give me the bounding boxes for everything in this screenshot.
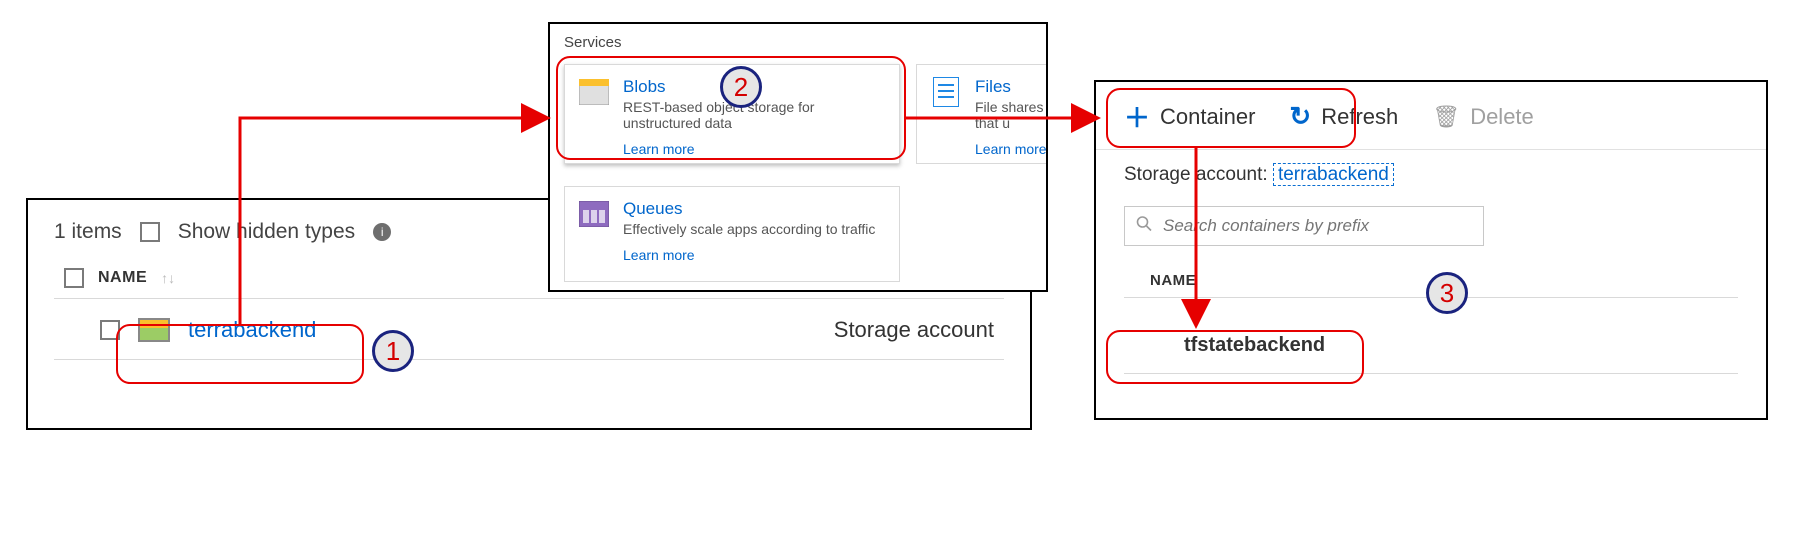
items-count: 1 items bbox=[54, 220, 122, 244]
blobs-icon bbox=[579, 77, 609, 107]
service-card-blobs[interactable]: Blobs REST-based object storage for unst… bbox=[564, 64, 900, 164]
blobs-learn-more-link[interactable]: Learn more bbox=[623, 141, 885, 157]
files-title: Files bbox=[975, 77, 1048, 97]
refresh-icon: ↻ bbox=[1289, 101, 1311, 132]
blobs-desc: REST-based object storage for unstructur… bbox=[623, 99, 885, 131]
search-input[interactable] bbox=[1124, 206, 1484, 246]
show-hidden-checkbox[interactable] bbox=[140, 222, 160, 242]
search-icon bbox=[1136, 216, 1152, 237]
files-icon bbox=[931, 77, 961, 107]
services-panel: Services Blobs REST-based object storage… bbox=[548, 22, 1048, 292]
add-container-button[interactable]: ＋ Container bbox=[1124, 98, 1255, 135]
info-icon[interactable]: i bbox=[373, 223, 391, 241]
containers-panel: ＋ Container ↻ Refresh 🗑 Delete Storage a… bbox=[1094, 80, 1768, 420]
service-card-files[interactable]: Files File shares that u Learn more bbox=[916, 64, 1048, 164]
storage-account-line: Storage account: terrabackend bbox=[1124, 164, 1738, 186]
services-panel-header: Services bbox=[550, 30, 1046, 59]
service-card-queues[interactable]: Queues Effectively scale apps according … bbox=[564, 186, 900, 282]
storage-account-name-link[interactable]: terrabackend bbox=[188, 317, 316, 343]
sort-icon[interactable]: ↑↓ bbox=[161, 270, 175, 286]
blobs-title: Blobs bbox=[623, 77, 885, 97]
row-type-label: Storage account bbox=[834, 317, 994, 343]
refresh-button[interactable]: ↻ Refresh bbox=[1289, 101, 1398, 132]
trash-icon: 🗑 bbox=[1432, 104, 1460, 130]
containers-toolbar: ＋ Container ↻ Refresh 🗑 Delete bbox=[1096, 82, 1766, 150]
files-desc: File shares that u bbox=[975, 99, 1048, 131]
queues-desc: Effectively scale apps according to traf… bbox=[623, 221, 875, 237]
show-hidden-label: Show hidden types bbox=[178, 220, 355, 244]
files-learn-more-link[interactable]: Learn more bbox=[975, 141, 1048, 157]
container-name: tfstatebackend bbox=[1184, 334, 1325, 356]
queues-icon bbox=[579, 199, 609, 229]
queues-learn-more-link[interactable]: Learn more bbox=[623, 247, 875, 263]
delete-label: Delete bbox=[1470, 104, 1534, 130]
delete-button[interactable]: 🗑 Delete bbox=[1432, 104, 1534, 130]
column-header-name[interactable]: NAME bbox=[98, 269, 147, 287]
select-all-checkbox[interactable] bbox=[64, 268, 84, 288]
storage-account-label: Storage account: bbox=[1124, 164, 1268, 185]
container-search-wrapper bbox=[1124, 206, 1738, 246]
storage-account-link[interactable]: terrabackend bbox=[1273, 163, 1394, 186]
queues-title: Queues bbox=[623, 199, 875, 219]
plus-icon: ＋ bbox=[1124, 98, 1150, 135]
refresh-label: Refresh bbox=[1321, 104, 1398, 130]
container-row[interactable]: tfstatebackend bbox=[1124, 318, 1738, 374]
add-container-label: Container bbox=[1160, 104, 1255, 130]
row-checkbox[interactable] bbox=[100, 320, 120, 340]
containers-column-header[interactable]: NAME bbox=[1124, 266, 1738, 298]
table-row[interactable]: terrabackend Storage account bbox=[54, 299, 1004, 360]
storage-account-icon bbox=[138, 318, 170, 342]
